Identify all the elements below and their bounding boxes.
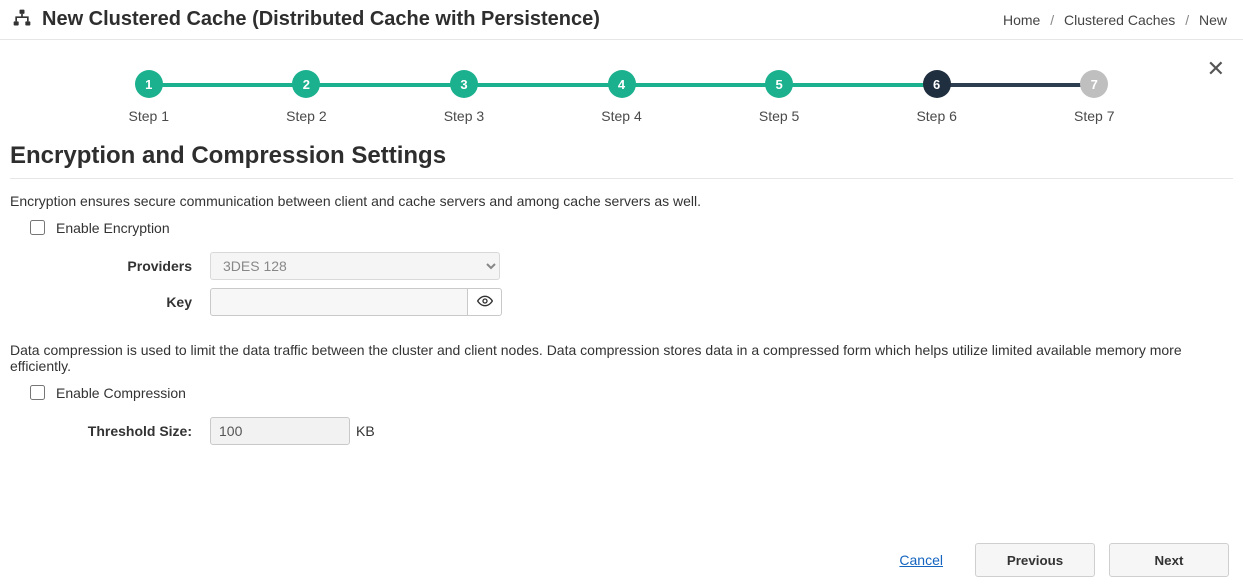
step-label: Step 5: [759, 108, 799, 124]
key-input[interactable]: [210, 288, 468, 316]
sitemap-icon: [12, 8, 32, 31]
step-5[interactable]: 5 Step 5: [700, 70, 858, 124]
enable-compression-label: Enable Compression: [56, 385, 186, 401]
reveal-key-button[interactable]: [468, 288, 502, 316]
encryption-description: Encryption ensures secure communication …: [10, 193, 1233, 209]
enable-encryption-row: Enable Encryption: [26, 217, 1233, 238]
step-connector: [149, 83, 307, 87]
page-header: New Clustered Cache (Distributed Cache w…: [0, 0, 1243, 40]
breadcrumb-caches[interactable]: Clustered Caches: [1064, 12, 1175, 28]
step-3[interactable]: 3 Step 3: [385, 70, 543, 124]
breadcrumb-home[interactable]: Home: [1003, 12, 1040, 28]
step-label: Step 7: [1074, 108, 1114, 124]
key-label: Key: [10, 294, 210, 310]
wizard-footer: Cancel Previous Next: [899, 543, 1229, 577]
key-input-group: [210, 288, 502, 316]
step-2[interactable]: 2 Step 2: [228, 70, 386, 124]
header-left: New Clustered Cache (Distributed Cache w…: [12, 8, 600, 31]
step-circle: 1: [135, 70, 163, 98]
page-title: New Clustered Cache (Distributed Cache w…: [42, 8, 600, 31]
step-label: Step 3: [444, 108, 484, 124]
compression-description: Data compression is used to limit the da…: [10, 342, 1233, 374]
providers-select[interactable]: 3DES 128: [210, 252, 500, 280]
step-6[interactable]: 6 Step 6: [858, 70, 1016, 124]
step-connector: [464, 83, 622, 87]
step-label: Step 1: [129, 108, 169, 124]
providers-row: Providers 3DES 128: [10, 252, 1233, 280]
step-label: Step 4: [601, 108, 641, 124]
step-circle: 2: [292, 70, 320, 98]
key-row: Key: [10, 288, 1233, 316]
wizard-stepper: 1 Step 1 2 Step 2 3 Step 3 4 Step 4 5 Step 5 6 Step…: [70, 70, 1173, 124]
providers-label: Providers: [10, 258, 210, 274]
step-connector: [306, 83, 464, 87]
breadcrumb-sep: /: [1050, 12, 1054, 28]
section-title: Encryption and Compression Settings: [10, 142, 1233, 170]
threshold-row: Threshold Size: KB: [10, 417, 1233, 445]
eye-icon: [477, 293, 493, 312]
step-circle: 7: [1080, 70, 1108, 98]
step-label: Step 2: [286, 108, 326, 124]
enable-compression-row: Enable Compression: [26, 382, 1233, 403]
step-label: Step 6: [916, 108, 956, 124]
breadcrumb: Home / Clustered Caches / New: [1003, 12, 1227, 28]
step-connector: [937, 83, 1095, 87]
step-circle: 5: [765, 70, 793, 98]
threshold-label: Threshold Size:: [10, 423, 210, 439]
enable-compression-checkbox[interactable]: [30, 385, 45, 400]
next-button[interactable]: Next: [1109, 543, 1229, 577]
close-icon[interactable]: ✕: [1207, 58, 1225, 80]
step-1[interactable]: 1 Step 1: [70, 70, 228, 124]
breadcrumb-sep: /: [1185, 12, 1189, 28]
step-circle: 4: [608, 70, 636, 98]
step-connector: [622, 83, 780, 87]
divider: [10, 178, 1233, 179]
step-4[interactable]: 4 Step 4: [543, 70, 701, 124]
breadcrumb-new: New: [1199, 12, 1227, 28]
step-connector: [779, 83, 937, 87]
enable-encryption-label: Enable Encryption: [56, 220, 170, 236]
cancel-link[interactable]: Cancel: [899, 552, 943, 568]
threshold-unit: KB: [356, 423, 375, 439]
enable-encryption-checkbox[interactable]: [30, 220, 45, 235]
step-circle: 3: [450, 70, 478, 98]
previous-button[interactable]: Previous: [975, 543, 1095, 577]
step-7[interactable]: 7 Step 7: [1015, 70, 1173, 124]
threshold-input[interactable]: [210, 417, 350, 445]
step-circle: 6: [923, 70, 951, 98]
